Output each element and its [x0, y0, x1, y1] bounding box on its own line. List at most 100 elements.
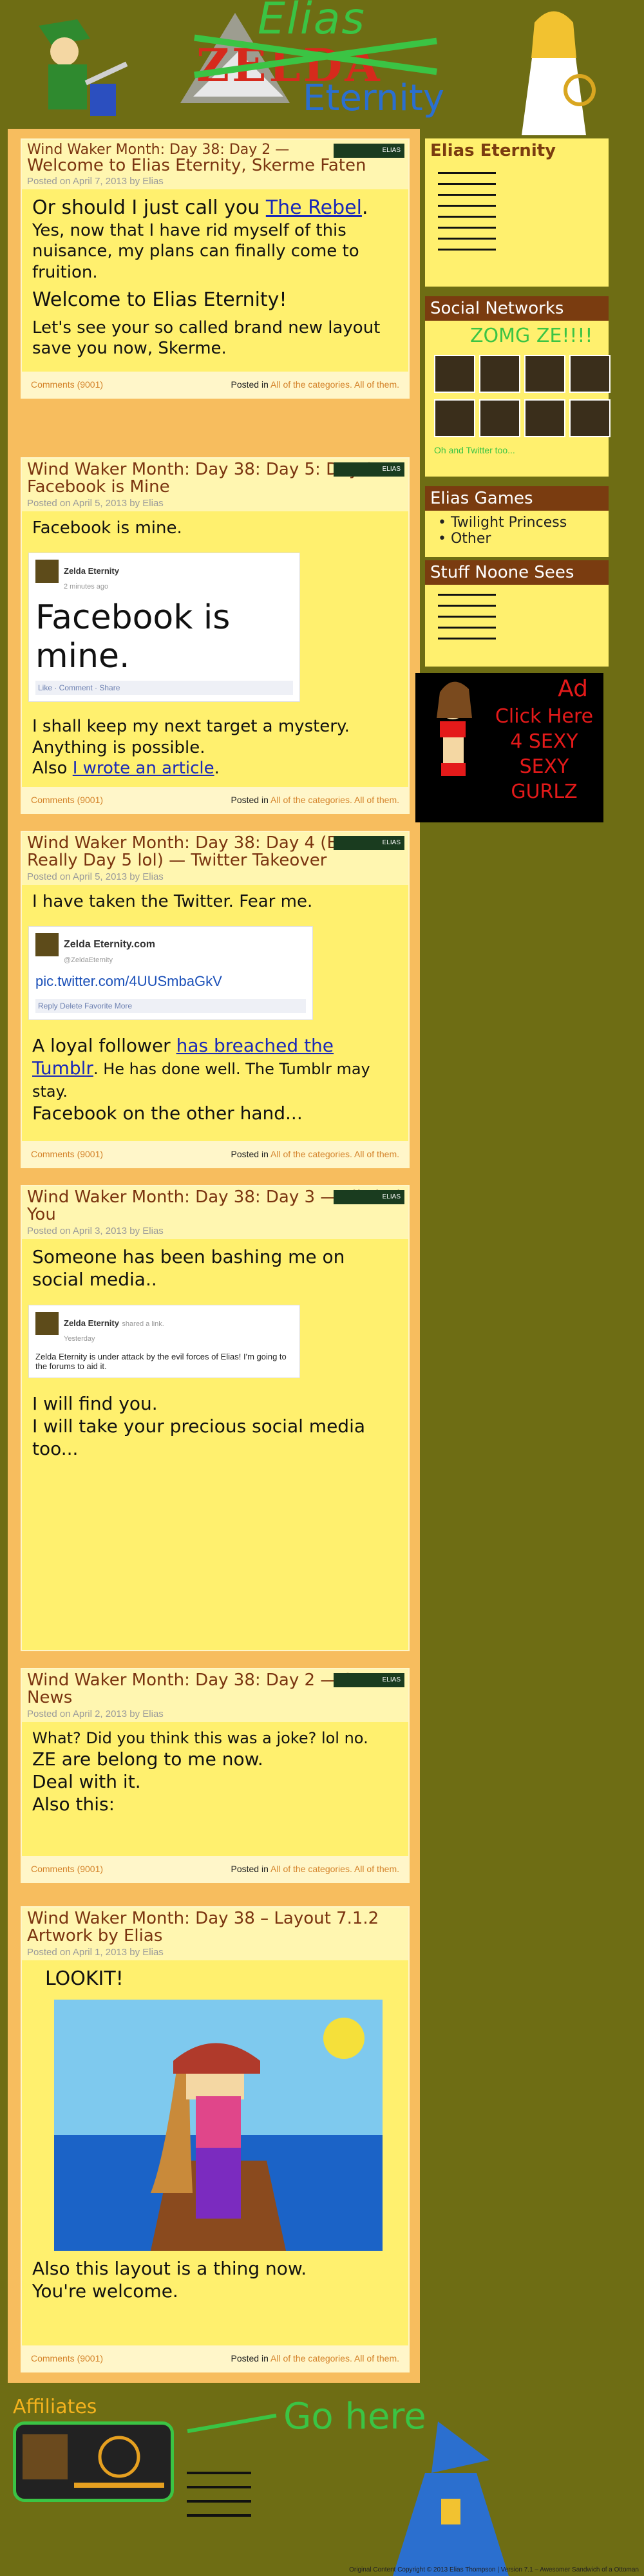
body-text: What? Did you think this was a joke? lol… — [32, 1728, 368, 1747]
embed-shared: shared a link. — [122, 1320, 164, 1328]
avatar[interactable] — [524, 399, 565, 437]
post-meta: Posted on April 2, 2013 by Elias — [27, 1708, 164, 1719]
embed-handle: @ZeldaEternity — [64, 956, 113, 965]
comments-link[interactable]: Comments (9001) — [31, 372, 103, 397]
embed-actions[interactable]: Like · Comment · Share — [35, 681, 293, 696]
categories-link[interactable]: All of the categories. All of them. — [270, 795, 399, 805]
sidebar-title: Stuff Noone Sees — [425, 560, 609, 585]
avatar[interactable] — [434, 399, 475, 437]
elias-badge: ELIAS — [334, 144, 404, 158]
body-text: I will take your precious social media t… — [32, 1415, 366, 1459]
body-text: You're welcome. — [32, 2280, 178, 2302]
zelda-artwork — [54, 2000, 383, 2251]
main-content: Wind Waker Month: Day 38: Day 2 — Welcom… — [8, 129, 420, 2409]
avatar — [35, 1311, 59, 1335]
social-note: Oh and Twitter too... — [434, 445, 515, 455]
post-header: Wind Waker Month: Day 38: Day 2 — Some N… — [22, 1669, 408, 1722]
post-layout-artwork: Wind Waker Month: Day 38 – Layout 7.1.2 … — [21, 1906, 410, 2372]
site-footer: Affiliates Go here Original Content Copy… — [0, 2383, 644, 2576]
body-text: . — [361, 196, 368, 220]
comments-link[interactable]: Comments (9001) — [31, 787, 103, 813]
post-welcome: Wind Waker Month: Day 38: Day 2 — Welcom… — [21, 138, 410, 399]
twitter-embed[interactable]: Zelda Eternity.com @ZeldaEternity pic.tw… — [28, 926, 313, 1021]
post-title[interactable]: Wind Waker Month: Day 38 – Layout 7.1.2 … — [27, 1909, 403, 1946]
post-meta: Posted on April 7, 2013 by Elias — [27, 176, 164, 187]
body-text: Facebook on the other hand... — [32, 1103, 303, 1124]
categories-link[interactable]: All of the categories. All of them. — [270, 2353, 399, 2363]
post-title[interactable]: Welcome to Elias Eternity, Skerme Faten — [27, 156, 403, 175]
body-text: Or should I just call you — [32, 196, 266, 220]
post-body: I have taken the Twitter. Fear me. — [22, 885, 408, 919]
elias-badge: ELIAS — [334, 836, 404, 850]
sidebar-link-list[interactable] — [425, 172, 609, 251]
post-meta: Posted on April 1, 2013 by Elias — [27, 1946, 164, 1958]
post-facebook: Wind Waker Month: Day 38: Day 5: Day 2 —… — [21, 457, 410, 814]
post-body: LOOKIT! — [22, 1960, 408, 1998]
avatar[interactable] — [569, 355, 611, 393]
ad-banner[interactable]: Ad Click Here 4 SEXY SEXY GURLZ — [415, 673, 603, 822]
sidebar-social: Social Networks ZOMG ZE!!!! Oh and Twitt… — [425, 296, 611, 477]
post-find-you: Wind Waker Month: Day 38: Day 3 — I'll F… — [21, 1185, 410, 1651]
affiliate-list[interactable] — [187, 2460, 251, 2528]
post-body: Facebook is mine. — [22, 511, 408, 545]
post-body: I will find you. I will take your precio… — [22, 1386, 408, 1466]
social-sub[interactable]: ZOMG ZE!!!! — [425, 321, 609, 347]
comments-link[interactable]: Comments (9001) — [31, 1141, 103, 1167]
elias-badge: ELIAS — [334, 1190, 404, 1204]
post-meta: Posted on April 5, 2013 by Elias — [27, 871, 164, 882]
site-header: ZELDA Elias Eternity — [0, 0, 644, 145]
embed-time: Yesterday — [64, 1334, 95, 1343]
body-text: Deal with it. — [32, 1770, 141, 1792]
post-header: Wind Waker Month: Day 38: Day 2 — Welcom… — [22, 140, 408, 190]
posted-in: Posted in All of the categories. All of … — [231, 379, 400, 390]
site-subtitle: Eternity — [303, 77, 444, 119]
embed-link[interactable]: pic.twitter.com/4UUSmbaGkV — [35, 973, 306, 990]
facebook-embed[interactable]: Zelda Eternity 2 minutes ago Facebook is… — [28, 553, 300, 703]
comments-link[interactable]: Comments (9001) — [31, 1856, 103, 1882]
post-footer: Comments (9001) Posted in All of the cat… — [22, 787, 408, 813]
post-body: I shall keep my next target a mystery. A… — [22, 710, 408, 786]
body-text: Welcome to Elias Eternity! — [32, 289, 287, 312]
the-rebel-link[interactable]: The Rebel — [266, 196, 362, 219]
game-link[interactable]: Other — [438, 531, 609, 547]
site-title-elias[interactable]: Elias — [258, 0, 366, 44]
avatar[interactable] — [434, 355, 475, 393]
avatar — [35, 560, 59, 583]
game-link[interactable]: Twilight Princess — [438, 515, 609, 531]
ad-figure — [437, 681, 472, 776]
avatar[interactable] — [524, 355, 565, 393]
embed-name[interactable]: Zelda Eternity — [64, 1318, 119, 1328]
embed-name[interactable]: Zelda Eternity.com — [64, 939, 155, 950]
sidebar-title: Elias Eternity — [425, 138, 609, 163]
post-footer: Comments (9001) Posted in All of the cat… — [22, 2345, 408, 2371]
ad-text[interactable]: Click Here 4 SEXY SEXY GURLZ — [489, 704, 599, 804]
facebook-share-embed[interactable]: Zelda Eternity shared a link. Yesterday … — [28, 1304, 300, 1378]
body-text: I shall keep my next target a mystery. — [32, 717, 350, 737]
body-text: A loyal follower — [32, 1035, 176, 1057]
categories-link[interactable]: All of the categories. All of them. — [270, 379, 399, 390]
arrow-shape — [187, 2413, 277, 2434]
social-avatar-grid[interactable] — [425, 347, 611, 445]
avatar[interactable] — [479, 399, 520, 437]
post-body: What? Did you think this was a joke? lol… — [22, 1722, 408, 1822]
sidebar-eternity: Elias Eternity — [425, 138, 609, 287]
embed-time: 2 minutes ago — [64, 583, 109, 591]
post-footer: Comments (9001) Posted in All of the cat… — [22, 372, 408, 397]
sidebar-games: Elias Games Twilight Princess Other — [425, 486, 609, 557]
zelda-character-art — [489, 0, 618, 142]
avatar[interactable] — [479, 355, 520, 393]
body-text: Let's see your so called brand new layou… — [32, 317, 381, 359]
body-text: . — [214, 759, 220, 779]
games-list: Twilight Princess Other — [425, 515, 609, 547]
article-link[interactable]: I wrote an article — [73, 759, 214, 778]
avatar[interactable] — [569, 399, 611, 437]
categories-link[interactable]: All of the categories. All of them. — [270, 1864, 399, 1874]
embed-actions[interactable]: Reply Delete Favorite More — [35, 999, 306, 1014]
embed-name[interactable]: Zelda Eternity — [64, 566, 119, 576]
posted-in: Posted in All of the categories. All of … — [231, 795, 400, 805]
affiliates-title: Affiliates — [13, 2396, 97, 2418]
affiliate-banner[interactable] — [13, 2421, 174, 2502]
categories-link[interactable]: All of the categories. All of them. — [270, 1149, 399, 1159]
body-text: Anything is possible. — [32, 737, 205, 757]
comments-link[interactable]: Comments (9001) — [31, 2345, 103, 2371]
